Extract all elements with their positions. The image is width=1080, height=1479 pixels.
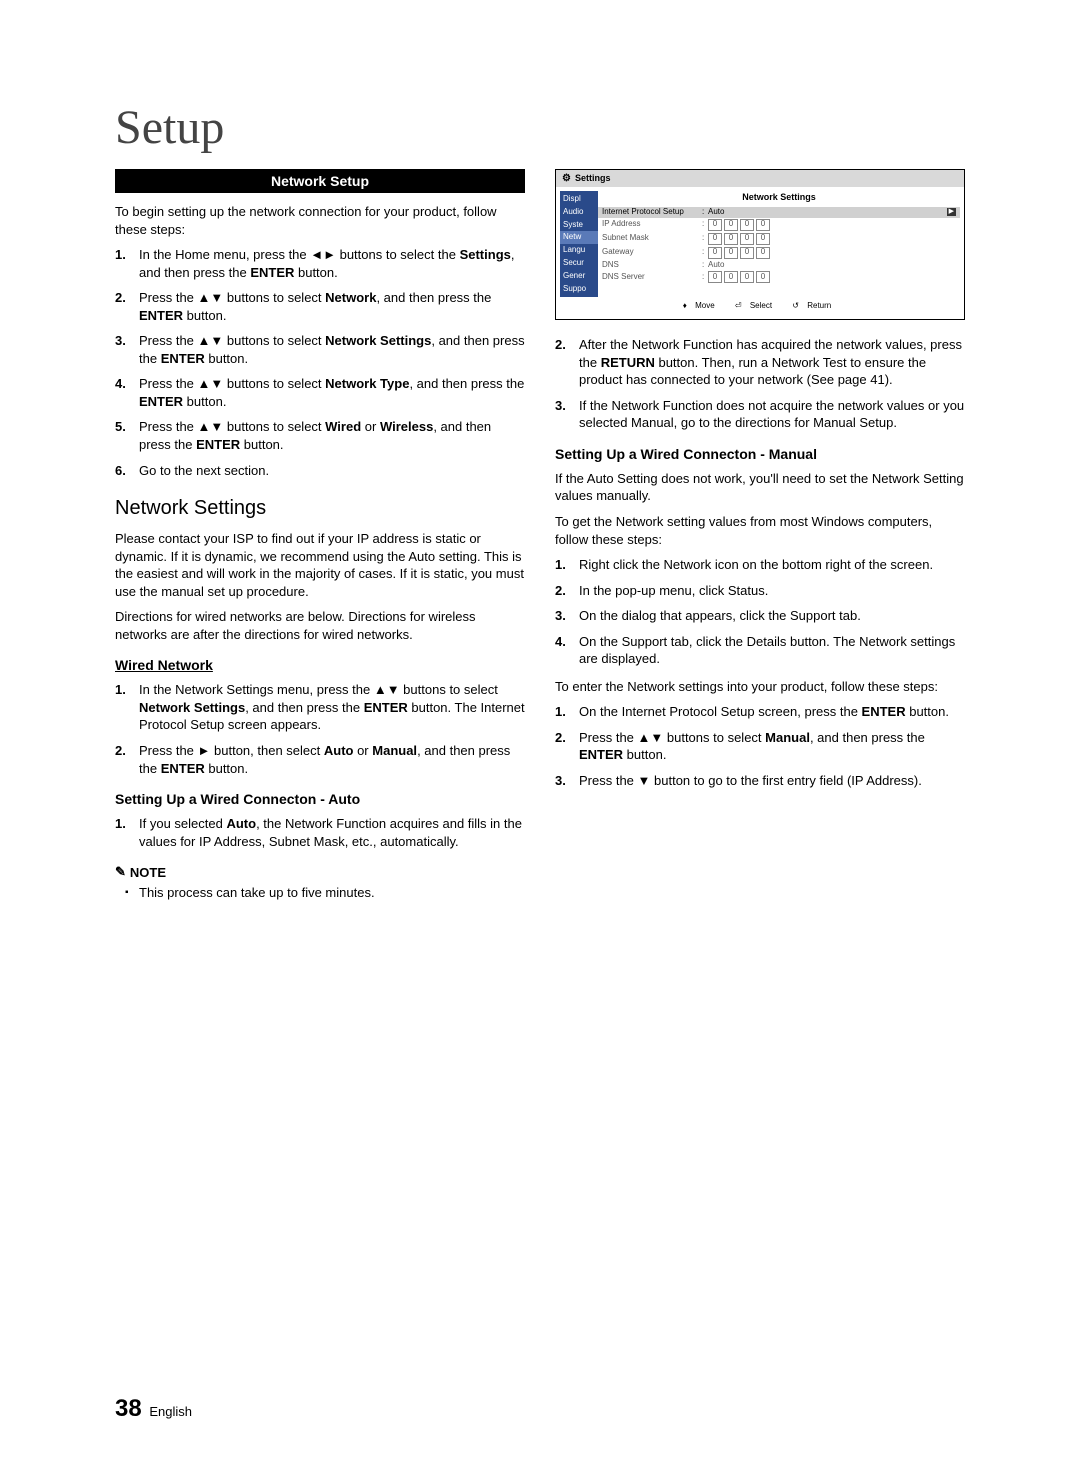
intro-text: To begin setting up the network connecti… <box>115 203 525 238</box>
ss-return: ↺ Return <box>792 301 837 310</box>
right-column: ⚙ Settings DisplAudioSysteNetwLanguSecur… <box>555 169 965 902</box>
subtitle-bar: Network Setup <box>115 169 525 193</box>
page-footer: 38 English <box>115 1395 192 1423</box>
list-item: Press the ▲▼ buttons to select Wired or … <box>115 418 525 453</box>
ss-setting-row: IP Address:0000 <box>598 218 960 232</box>
wired-manual-p2: To get the Network setting values from m… <box>555 513 965 548</box>
list-item: Press the ▲▼ buttons to select Network, … <box>115 289 525 324</box>
net-para2: Directions for wired networks are below.… <box>115 608 525 643</box>
list-item: On the Internet Protocol Setup screen, p… <box>555 703 965 721</box>
list-item: Press the ▲▼ buttons to select Network T… <box>115 375 525 410</box>
list-item: On the dialog that appears, click the Su… <box>555 607 965 625</box>
ss-sidebar-item: Secur <box>560 257 598 270</box>
list-item: After the Network Function has acquired … <box>555 336 965 389</box>
pencil-icon: ✎ <box>115 864 126 880</box>
list-item: If the Network Function does not acquire… <box>555 397 965 432</box>
manual-set-steps: On the Internet Protocol Setup screen, p… <box>555 703 965 789</box>
ss-sidebar-item: Syste <box>560 219 598 232</box>
ss-sidebar-item: Langu <box>560 244 598 257</box>
ss-sidebar-item: Suppo <box>560 283 598 296</box>
list-item: Right click the Network icon on the bott… <box>555 556 965 574</box>
list-item: In the Home menu, press the ◄► buttons t… <box>115 246 525 281</box>
list-item: On the Support tab, click the Details bu… <box>555 633 965 668</box>
list-item: In the pop-up menu, click Status. <box>555 582 965 600</box>
ss-move: ♦ Move <box>683 301 721 310</box>
section-network-settings: Network Settings <box>115 497 525 520</box>
ss-setting-row: Subnet Mask:0000 <box>598 232 960 246</box>
ss-sidebar-item: Displ <box>560 193 598 206</box>
ss-rows: Internet Protocol Setup: AutoIP Address:… <box>598 207 960 285</box>
wired-network-steps: In the Network Settings menu, press the … <box>115 681 525 777</box>
manual-get-steps: Right click the Network icon on the bott… <box>555 556 965 668</box>
ss-titlebar: ⚙ Settings <box>556 170 964 187</box>
ss-sidebar-item: Gener <box>560 270 598 283</box>
list-item: Go to the next section. <box>115 462 525 480</box>
wired-network-head: Wired Network <box>115 657 525 673</box>
list-item: Press the ▲▼ buttons to select Manual, a… <box>555 729 965 764</box>
wired-auto-steps: If you selected Auto, the Network Functi… <box>115 815 525 850</box>
page-title: Setup <box>115 100 965 155</box>
wired-manual-p1: If the Auto Setting does not work, you'l… <box>555 470 965 505</box>
ss-setting-row: DNS Server:0000 <box>598 270 960 284</box>
list-item: In the Network Settings menu, press the … <box>115 681 525 734</box>
wired-manual-p3: To enter the Network settings into your … <box>555 678 965 696</box>
ss-setting-row: DNS: Auto <box>598 260 960 271</box>
gear-icon: ⚙ <box>562 173 571 184</box>
ss-panel-title: Network Settings <box>598 191 960 207</box>
note-title: ✎ NOTE <box>115 864 525 880</box>
ss-setting-row: Internet Protocol Setup: Auto <box>598 207 960 218</box>
ss-sidebar-item: Audio <box>560 206 598 219</box>
net-para1: Please contact your ISP to find out if y… <box>115 530 525 600</box>
list-item: Press the ▲▼ buttons to select Network S… <box>115 332 525 367</box>
wired-auto-head: Setting Up a Wired Connecton - Auto <box>115 791 525 807</box>
list-item: Press the ► button, then select Auto or … <box>115 742 525 777</box>
wired-manual-head: Setting Up a Wired Connecton - Manual <box>555 446 965 462</box>
note-label: NOTE <box>130 865 166 880</box>
ss-sidebar: DisplAudioSysteNetwLanguSecurGenerSuppo <box>560 191 598 297</box>
left-column: Network Setup To begin setting up the ne… <box>115 169 525 902</box>
ss-select: ⏎ Select <box>735 301 778 310</box>
ss-setting-row: Gateway:0000 <box>598 246 960 260</box>
content-columns: Network Setup To begin setting up the ne… <box>115 169 965 902</box>
ss-footer: ♦ Move ⏎ Select ↺ Return <box>560 297 960 313</box>
page-lang: English <box>149 1404 192 1419</box>
settings-screenshot: ⚙ Settings DisplAudioSysteNetwLanguSecur… <box>555 169 965 320</box>
list-item: If you selected Auto, the Network Functi… <box>115 815 525 850</box>
ss-sidebar-item: Netw <box>560 231 598 244</box>
note-text: This process can take up to five minutes… <box>115 884 525 902</box>
list-item: Press the ▼ button to go to the first en… <box>555 772 965 790</box>
setup-steps: In the Home menu, press the ◄► buttons t… <box>115 246 525 479</box>
page-number: 38 <box>115 1395 142 1422</box>
note-block: ✎ NOTE This process can take up to five … <box>115 864 525 902</box>
auto-cont-steps: After the Network Function has acquired … <box>555 336 965 432</box>
ss-caption: Settings <box>575 174 611 184</box>
